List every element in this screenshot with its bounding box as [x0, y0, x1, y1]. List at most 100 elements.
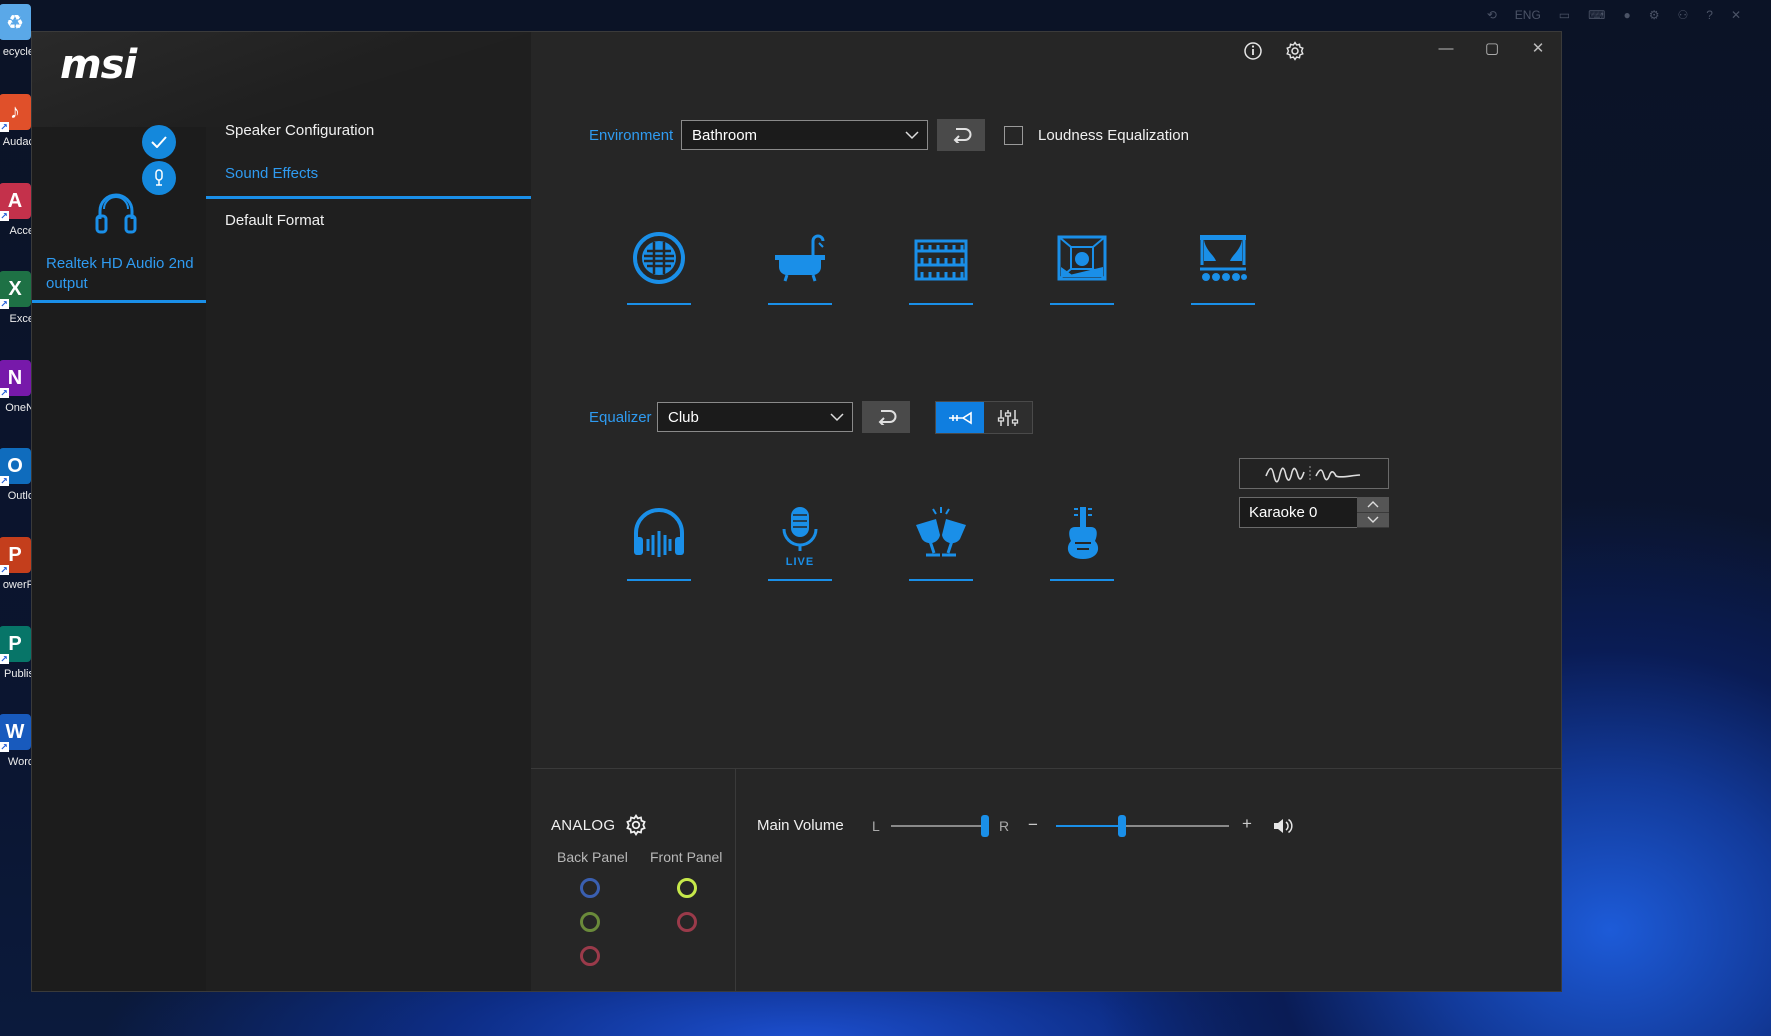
environment-preset-room[interactable]: [1050, 229, 1114, 305]
front-panel-jack-2[interactable]: [677, 912, 697, 932]
eq-preset-mode-button[interactable]: [936, 402, 984, 433]
tray-app-icon[interactable]: ⟲: [1487, 8, 1497, 22]
preset-underline: [1191, 303, 1255, 305]
ime-icon[interactable]: ▭: [1559, 8, 1570, 22]
desktop-shortcut[interactable]: P ↗ owerP: [0, 537, 34, 625]
msi-audio-window: msi Realtek HD Audio 2nd output Speaker …: [31, 31, 1562, 992]
waveform-icon: [1265, 465, 1361, 483]
preset-underline: [768, 579, 832, 581]
environment-reset-button[interactable]: [937, 119, 985, 151]
colosseum-icon: [914, 239, 968, 281]
publisher-icon: P ↗: [0, 626, 31, 664]
minimize-button[interactable]: —: [1423, 32, 1469, 64]
language-indicator[interactable]: ENG: [1515, 8, 1541, 22]
environment-dropdown[interactable]: Bathroom: [681, 120, 928, 150]
desktop-shortcut-label: OneN: [5, 402, 34, 414]
eq-preset-headphone[interactable]: [627, 505, 691, 581]
karaoke-spinbox[interactable]: Karaoke 0: [1239, 497, 1389, 528]
speaker-grille-icon: [633, 232, 685, 284]
back-panel-jack-2[interactable]: [580, 912, 600, 932]
desktop-shortcut[interactable]: W ↗ Word: [0, 714, 34, 802]
volume-down-button[interactable]: −: [1028, 815, 1038, 835]
onenote-icon: N ↗: [0, 360, 31, 398]
equalizer-reset-button[interactable]: [862, 401, 910, 433]
close-button[interactable]: ✕: [1515, 32, 1561, 64]
front-panel-jack-1[interactable]: [677, 878, 697, 898]
volume-up-button[interactable]: +: [1242, 814, 1252, 834]
desktop-shortcut[interactable]: ♪ ↗ Audac: [0, 94, 34, 182]
balance-left-label: L: [872, 818, 880, 834]
eq-preset-party[interactable]: [909, 505, 973, 581]
desktop-shortcut-label: Word: [7, 756, 34, 768]
eq-preset-live[interactable]: LIVE: [768, 505, 832, 581]
volume-slider-thumb[interactable]: [1117, 815, 1126, 837]
sound-effects-panel: — ▢ ✕ Environment Bathroom Loudness Equa…: [531, 32, 1561, 991]
bathtub-icon: [775, 234, 825, 282]
volume-panel: ANALOG Back Panel Front Panel Main Volum…: [531, 768, 1561, 991]
desktop-shortcut-label: Acce: [9, 225, 34, 237]
nav-sound-effects[interactable]: Sound Effects: [206, 151, 531, 199]
eq-preset-rock[interactable]: [1050, 505, 1114, 581]
balance-slider-thumb[interactable]: [981, 815, 989, 837]
desktop-shortcut[interactable]: P ↗ Publis: [0, 626, 34, 714]
desktop-shortcut[interactable]: ♻ ecycle: [0, 4, 34, 92]
loudness-equalization-checkbox[interactable]: [1004, 126, 1023, 145]
headphone-icon: [95, 193, 137, 234]
shortcut-arrow-icon: ↗: [0, 565, 9, 575]
voice-waveform-display: [1239, 458, 1389, 489]
desktop-shortcut-label: ecycle: [2, 46, 34, 58]
mouse-icon[interactable]: ●: [1623, 8, 1630, 22]
speaker-volume-icon[interactable]: [1272, 817, 1294, 835]
preset-underline: [1050, 303, 1114, 305]
karaoke-stepper: [1357, 497, 1389, 528]
chevron-down-icon: [905, 131, 919, 140]
preset-underline: [909, 303, 973, 305]
environment-preset-stage[interactable]: [1191, 229, 1255, 305]
keyboard-icon[interactable]: ⌨: [1588, 8, 1605, 22]
environment-preset-bathroom[interactable]: [768, 229, 832, 305]
back-panel-jack-1[interactable]: [580, 878, 600, 898]
main-volume-label: Main Volume: [757, 817, 844, 834]
network-icon[interactable]: ⚇: [1677, 8, 1688, 22]
analog-settings-icon[interactable]: [625, 814, 647, 836]
guitar-icon: [1067, 507, 1099, 559]
desktop-shortcut[interactable]: O ↗ Outlo: [0, 448, 34, 536]
preset-underline: [627, 303, 691, 305]
environment-preset-generic[interactable]: [627, 229, 691, 305]
environment-preset-colosseum[interactable]: [909, 229, 973, 305]
desktop-shortcut-label: Exce: [9, 313, 34, 325]
gear-icon[interactable]: ⚙: [1649, 8, 1660, 22]
msi-logo: msi: [60, 42, 137, 88]
karaoke-down-button[interactable]: [1357, 512, 1389, 528]
eq-custom-mode-button[interactable]: [984, 402, 1032, 433]
desktop-shortcut[interactable]: X ↗ Exce: [0, 271, 34, 359]
nav-default-format[interactable]: Default Format: [206, 196, 531, 244]
help-icon[interactable]: ?: [1706, 8, 1713, 22]
analog-jack-panel: ANALOG Back Panel Front Panel: [531, 769, 736, 991]
nav-speaker-configuration[interactable]: Speaker Configuration: [206, 106, 531, 154]
back-panel-jack-3[interactable]: [580, 946, 600, 966]
equalizer-dropdown[interactable]: Club: [657, 402, 853, 432]
preset-underline: [768, 303, 832, 305]
balance-slider-track[interactable]: [891, 825, 985, 827]
desktop-shortcut[interactable]: A ↗ Acce: [0, 183, 34, 271]
desktop-shortcut-label: owerP: [2, 579, 34, 591]
karaoke-up-button[interactable]: [1357, 497, 1389, 513]
shortcut-arrow-icon: ↗: [0, 476, 9, 486]
settings-icon[interactable]: [1279, 35, 1311, 67]
cheers-icon: [916, 507, 966, 557]
desktop-shortcut[interactable]: N ↗ OneN: [0, 360, 34, 448]
close-icon[interactable]: ✕: [1731, 8, 1741, 22]
sliders-icon: [997, 409, 1019, 426]
shortcut-arrow-icon: ↗: [0, 211, 9, 221]
maximize-button[interactable]: ▢: [1469, 32, 1515, 64]
front-panel-label: Front Panel: [650, 849, 723, 865]
equalizer-value: Club: [668, 408, 699, 426]
trumpet-icon: [949, 411, 972, 424]
preset-underline: [1050, 579, 1114, 581]
karaoke-value: Karaoke 0: [1249, 504, 1318, 521]
device-card[interactable]: Realtek HD Audio 2nd output: [32, 125, 206, 303]
system-tray: ⟲ ENG ▭ ⌨ ● ⚙ ⚇ ? ✕: [1487, 6, 1741, 24]
svg-text:LIVE: LIVE: [786, 556, 814, 567]
info-icon[interactable]: [1237, 35, 1269, 67]
